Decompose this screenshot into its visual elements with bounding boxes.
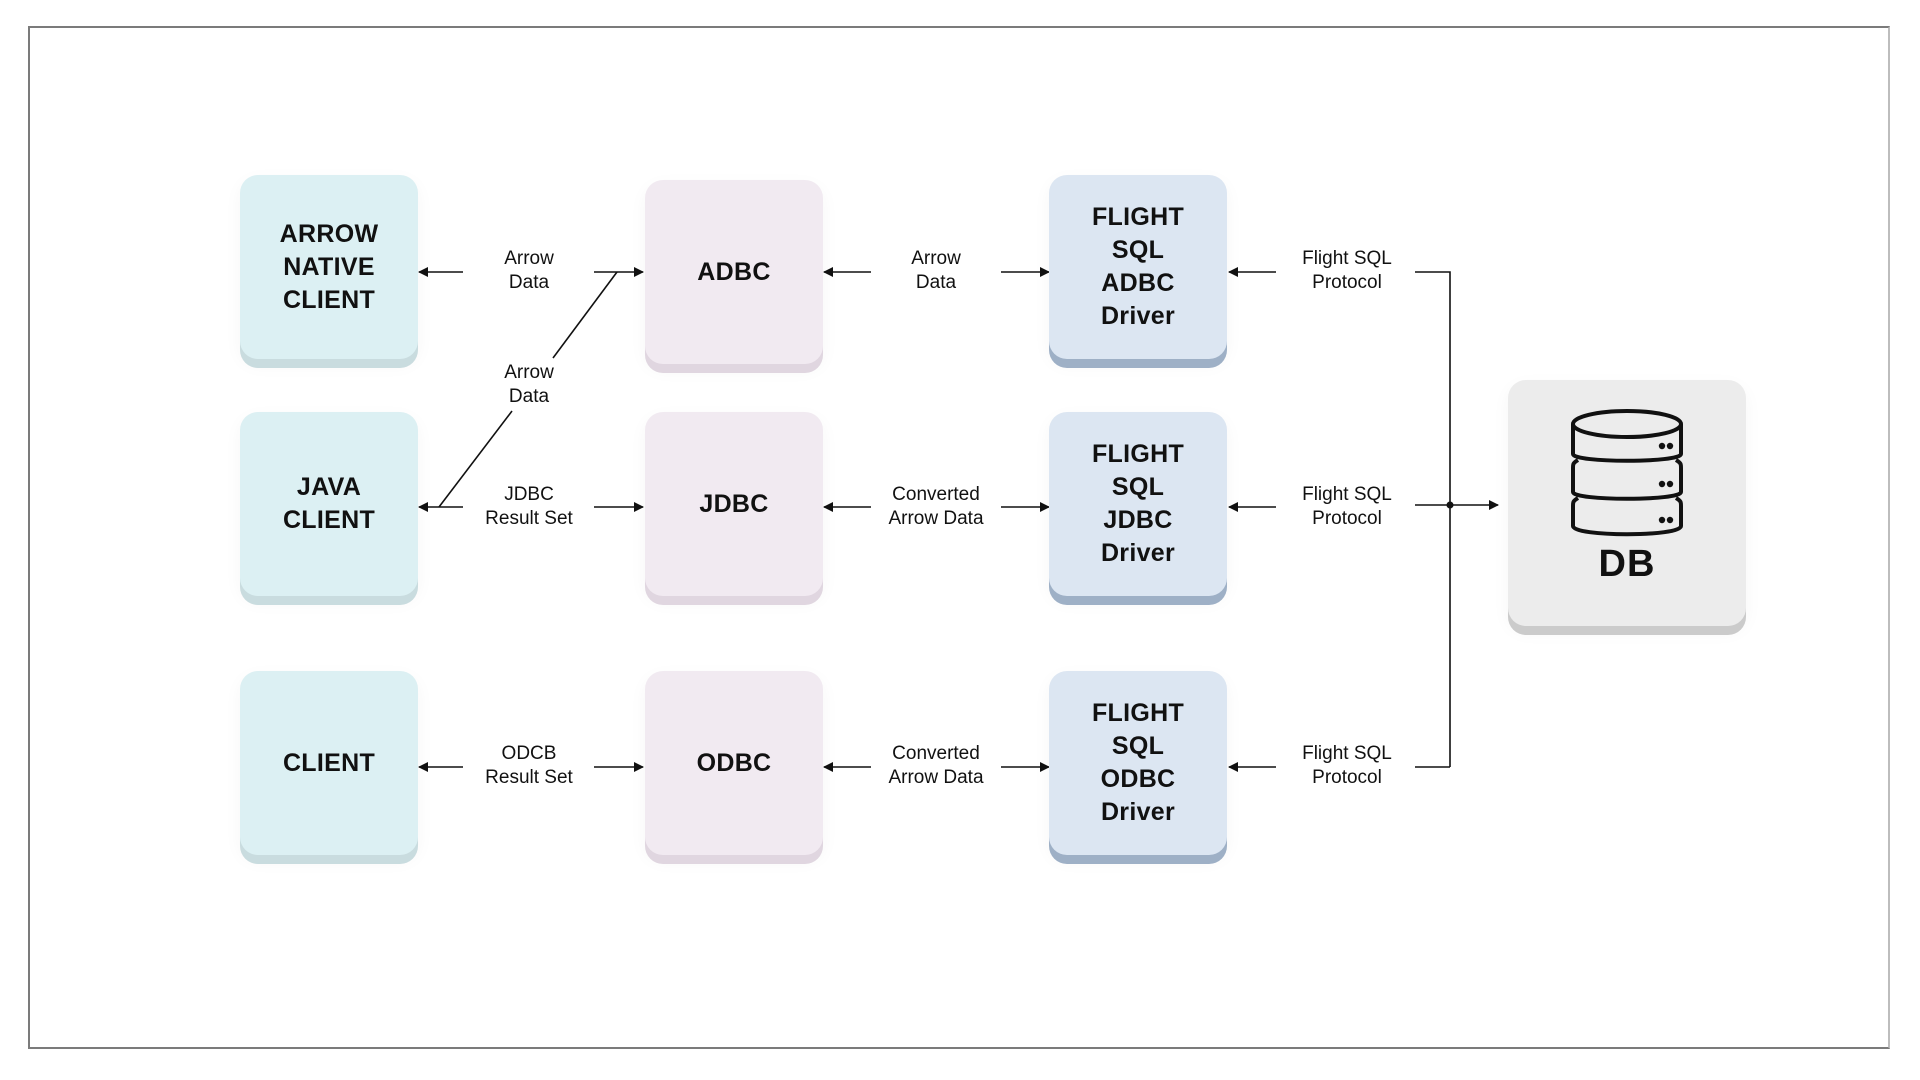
edge-label-arrow-native-adbc: Arrow Data — [504, 248, 554, 293]
junction-dot — [1446, 501, 1454, 509]
edge-label-odbc-flight: Converted Arrow Data — [888, 743, 984, 788]
node-arrow-native-client: ARROW NATIVE CLIENT — [240, 175, 418, 359]
edge-label-adbc-flight: Arrow Data — [911, 248, 961, 293]
database-icon — [1571, 409, 1683, 537]
node-jdbc: JDBC — [645, 412, 823, 596]
edge-label-java-jdbc: JDBC Result Set — [485, 484, 573, 529]
node-flight-sql-adbc-driver: FLIGHT SQL ADBC Driver — [1049, 175, 1227, 359]
edge-label-jdbc-flight: Converted Arrow Data — [888, 484, 984, 529]
db-label: DB — [1598, 543, 1656, 585]
node-client: CLIENT — [240, 671, 418, 855]
node-odbc: ODBC — [645, 671, 823, 855]
node-java-client: JAVA CLIENT — [240, 412, 418, 596]
edge-label-protocol-adbc: Flight SQL Protocol — [1302, 248, 1392, 293]
node-flight-sql-jdbc-driver: FLIGHT SQL JDBC Driver — [1049, 412, 1227, 596]
edge-label-protocol-odbc: Flight SQL Protocol — [1302, 743, 1392, 788]
node-db: DB — [1508, 380, 1746, 626]
node-flight-sql-odbc-driver: FLIGHT SQL ODBC Driver — [1049, 671, 1227, 855]
edge-label-java-adbc: Arrow Data — [504, 362, 554, 407]
edge-label-client-odbc: ODCB Result Set — [485, 743, 573, 788]
node-adbc: ADBC — [645, 180, 823, 364]
edge-label-protocol-jdbc: Flight SQL Protocol — [1302, 484, 1392, 529]
